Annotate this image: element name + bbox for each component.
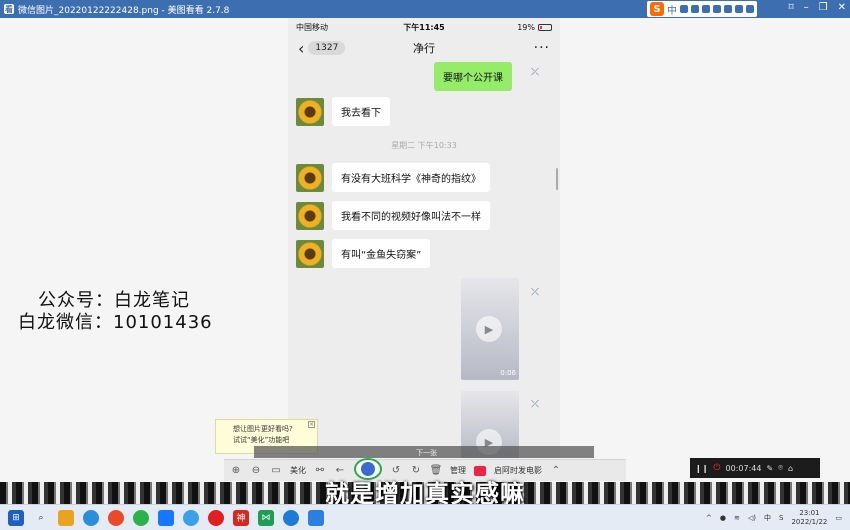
avatar (296, 239, 324, 268)
message-received: 我看不同的视频好像叫法不一样 (296, 201, 490, 230)
grid-icon[interactable] (746, 5, 754, 13)
chat-title: 净行 (413, 42, 435, 55)
file-explorer-icon[interactable] (58, 509, 74, 526)
user-icon[interactable] (724, 5, 732, 13)
chat-timestamp: 星期二 下午10:33 (391, 141, 457, 150)
message-bubble: 要哪个公开课 (434, 62, 512, 91)
mic-icon[interactable]: ● (720, 514, 726, 522)
next-image-label[interactable]: 下一张 (416, 448, 437, 458)
status-bar: 中国移动 下午11:45 19% (288, 18, 560, 36)
punctuation-icon[interactable] (691, 5, 699, 13)
taskbar: ⊞ ⌕ 神 ⋈ ^ ● ≋ ◁) 中 S 23:01 2022/1/22 ▭ (0, 504, 850, 530)
avatar (296, 201, 324, 230)
tooltip-line1: 想让图片更好看吗? (233, 425, 293, 433)
edge-icon[interactable] (83, 509, 99, 526)
network-icon[interactable]: ≋ (734, 514, 740, 522)
stop-icon[interactable]: ⏻ (713, 463, 720, 473)
volume-icon[interactable]: ◁) (748, 514, 756, 522)
screen-recorder-icon[interactable] (308, 509, 324, 526)
system-tray: ^ ● ≋ ◁) 中 S 23:01 2022/1/22 ▭ (706, 505, 842, 530)
moon-icon[interactable] (680, 5, 688, 13)
keyboard-icon[interactable] (713, 5, 721, 13)
message-sent: 要哪个公开课 (434, 62, 512, 91)
mic-icon[interactable] (702, 5, 710, 13)
recording-time: 00:07:44 (725, 463, 762, 473)
sogou-tray-icon[interactable]: S (779, 514, 783, 522)
message-received: 有没有大班科学《神奇的指纹》 (296, 163, 490, 192)
home-icon[interactable]: ⌂ (788, 464, 793, 473)
notification-icon[interactable]: ▭ (835, 514, 842, 522)
maximize-icon[interactable]: ❐ (819, 2, 828, 13)
sogou-icon[interactable]: S (650, 2, 664, 16)
clock-time: 23:01 (799, 509, 820, 517)
status-time: 下午11:45 (403, 22, 445, 32)
share-icon: ⤫ (531, 286, 539, 298)
app-icon: 看 (4, 4, 14, 14)
message-bubble: 我看不同的视频好像叫法不一样 (332, 201, 490, 230)
chevron-up-icon[interactable]: ^ (706, 514, 712, 522)
clock[interactable]: 23:01 2022/1/22 (791, 509, 827, 527)
ime-toolbar[interactable]: S 中 (647, 1, 757, 17)
scrollbar (556, 168, 558, 190)
message-bubble: 有叫“金鱼失窃案” (332, 239, 431, 268)
video-duration: 0:06 (500, 369, 516, 377)
phone-screenshot: 中国移动 下午11:45 19% ‹ 1327 净行 ··· 要哪个公开课 ⤫ … (288, 18, 560, 458)
message-bubble: 有没有大班科学《神奇的指纹》 (332, 163, 490, 192)
pen-icon[interactable]: ✎ (766, 464, 773, 473)
play-icon: ▶ (476, 316, 502, 342)
chrome-icon[interactable] (133, 509, 149, 526)
chat-navbar: ‹ 1327 净行 ··· (288, 36, 560, 60)
message-bubble: 我去看下 (332, 97, 390, 126)
close-icon[interactable]: ✕ (838, 2, 846, 13)
message-received: 有叫“金鱼失窃案” (296, 239, 431, 268)
ime-mode[interactable]: 中 (667, 2, 677, 17)
app-icon[interactable] (158, 509, 174, 526)
mindmap-icon[interactable]: ⋈ (258, 509, 274, 526)
video-message: ▶ 0:06 (461, 278, 519, 380)
title-bar: 看 微信图片_20220122222428.png - 美图看看 2.7.8 S… (0, 0, 850, 18)
tooltip-line2: 试试“美化”功能吧 (233, 436, 290, 444)
message-received: 我去看下 (296, 97, 390, 126)
netease-music-icon[interactable] (208, 509, 224, 526)
browser-icon[interactable] (108, 509, 124, 526)
app-icon[interactable]: 神 (233, 509, 249, 526)
ime-indicator[interactable]: 中 (764, 513, 771, 523)
window-title: 微信图片_20220122222428.png - 美图看看 2.7.8 (18, 5, 230, 16)
share-icon: ⤫ (531, 66, 539, 78)
minimize-icon[interactable]: – (804, 2, 809, 13)
close-icon[interactable]: × (308, 421, 315, 428)
shirt-icon[interactable] (735, 5, 743, 13)
app-icon[interactable] (283, 509, 299, 526)
avatar (296, 163, 324, 192)
overlay-wechat: 白龙微信：10101436 (18, 312, 213, 333)
pin-icon[interactable]: ⌑ (789, 2, 794, 13)
battery-icon (538, 23, 552, 31)
avatar (296, 97, 324, 126)
start-icon[interactable]: ⊞ (8, 509, 24, 526)
pause-icon[interactable]: ❙❙ (695, 464, 708, 473)
share-icon: ⤫ (531, 398, 539, 410)
app-icon[interactable] (183, 509, 199, 526)
search-icon[interactable]: ⌕ (33, 510, 49, 526)
clock-date: 2022/1/22 (791, 518, 828, 526)
camera-icon[interactable]: ⌾ (778, 463, 783, 473)
